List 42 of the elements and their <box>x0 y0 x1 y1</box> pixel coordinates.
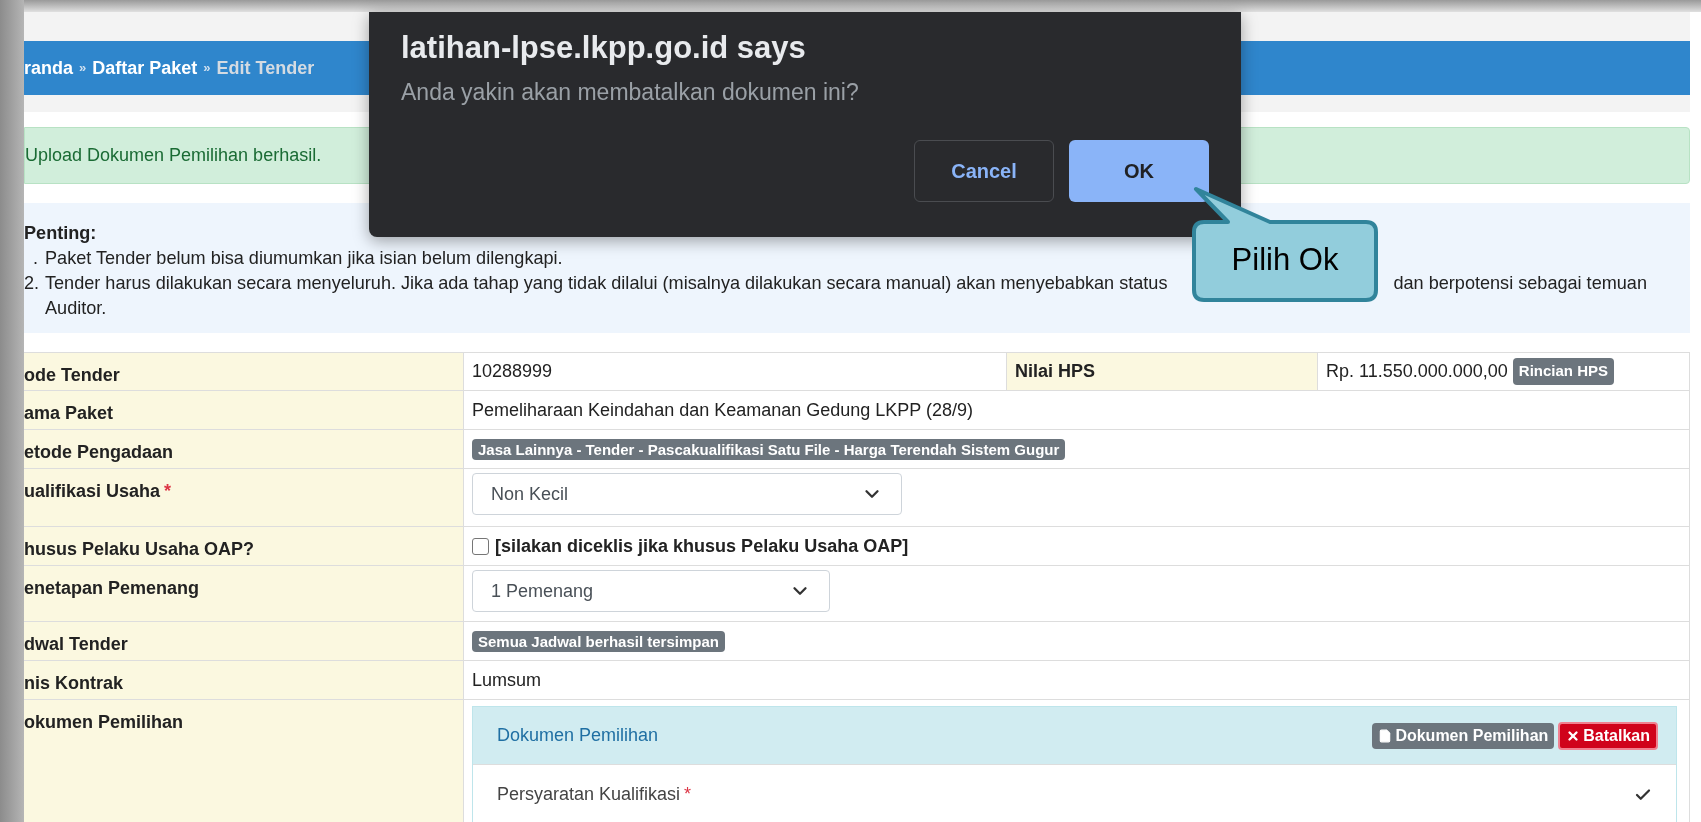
status-label: Jasa Lainnya - Tender - Pascakualifikasi Satu File - Harga Terendah Sistem Gugur <box>472 438 1066 460</box>
field-label: nis Kontrak <box>24 673 124 693</box>
close-icon <box>1566 728 1581 743</box>
field-label: Nilai HPS <box>1015 360 1096 383</box>
select-field[interactable]: Non Kecil <box>472 473 902 515</box>
field-label: okumen Pemilihan <box>24 712 184 732</box>
list-number: 2. <box>24 272 38 295</box>
document-icon <box>1378 728 1393 743</box>
alert-text: Upload Dokumen Pemilihan berhasil. <box>25 144 322 167</box>
breadcrumb-link[interactable]: randa <box>24 54 74 82</box>
dialog-title: latihan-lpse.lkpp.go.id says <box>401 30 807 66</box>
notice-text: Paket Tender belum bisa diumumkan jika isian belum dilengkapi. <box>44 247 563 270</box>
select-field[interactable]: 1 Pemenang <box>472 570 830 612</box>
field-label: ode Tender <box>24 365 120 385</box>
dialog-message: Anda yakin akan membatalkan dokumen ini? <box>401 78 860 106</box>
dialog-button[interactable]: Cancel <box>914 140 1054 202</box>
cancel-document-button[interactable]: Batalkan <box>1558 721 1658 750</box>
document-button[interactable]: Dokumen Pemilihan <box>1372 722 1555 749</box>
checkbox[interactable] <box>472 537 489 555</box>
field-label: ualifikasi Usaha <box>24 481 161 501</box>
document-label: Persyaratan Kualifikasi <box>497 784 681 804</box>
field-value: Lumsum <box>472 669 542 690</box>
checkbox-label: [silakan diceklis jika khusus Pelaku Usaha OAP] <box>495 534 909 558</box>
field-value: 10288999 <box>472 360 553 383</box>
field-label: husus Pelaku Usaha OAP? <box>24 539 255 559</box>
field-value: Rp. 11.550.000.000,00 <box>1326 360 1508 383</box>
field-label: dwal Tender <box>24 634 128 654</box>
field-value: Pemeliharaan Keindahan dan Keamanan Gedung LKPP (28/9) <box>472 399 974 420</box>
notice-title: Penting: <box>24 222 98 245</box>
panel-title: Dokumen Pemilihan <box>497 724 659 747</box>
field-label: enetapan Pemenang <box>24 578 200 598</box>
list-number: . <box>31 247 38 270</box>
breadcrumb-link[interactable]: Daftar Paket <box>92 54 198 82</box>
field-label: etode Pengadaan <box>24 442 174 462</box>
details-button[interactable]: Rincian HPS <box>1512 358 1614 385</box>
required-mark: * <box>164 481 172 501</box>
required-mark: * <box>684 784 692 804</box>
dialog-button[interactable]: OK <box>1069 140 1209 202</box>
field-label: ama Paket <box>24 403 114 423</box>
breadcrumb-separator: » <box>79 59 87 78</box>
breadcrumb-separator: » <box>203 59 211 78</box>
status-label: Semua Jadwal berhasil tersimpan <box>472 630 725 652</box>
